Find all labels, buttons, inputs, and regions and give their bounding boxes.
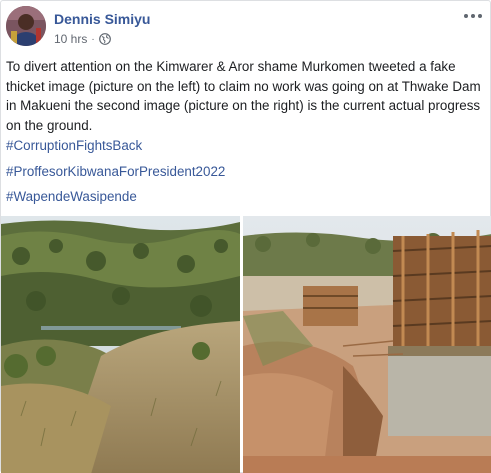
hashtag-wapende-wasipende[interactable]: #WapendeWasipende: [6, 189, 137, 204]
more-options-icon[interactable]: [462, 8, 484, 24]
dam-construction-photo[interactable]: [243, 216, 491, 473]
avatar-image: [6, 6, 46, 46]
hashtag-corruption-fights-back[interactable]: #CorruptionFightsBack: [6, 138, 142, 153]
post-body: To divert attention on the Kimwarer & Ar…: [6, 59, 481, 133]
meta-separator: ·: [91, 33, 95, 45]
author-name[interactable]: Dennis Simiyu: [54, 11, 150, 27]
facebook-post: Dennis Simiyu 10 hrs · To divert attenti…: [0, 0, 491, 473]
post-meta: 10 hrs ·: [54, 32, 111, 46]
globe-icon[interactable]: [98, 33, 111, 45]
post-header: Dennis Simiyu 10 hrs ·: [6, 6, 486, 48]
hashtag-kibwana-for-president[interactable]: #ProffesorKibwanaForPresident2022: [6, 164, 225, 179]
avatar[interactable]: [6, 6, 46, 46]
timestamp[interactable]: 10 hrs: [54, 32, 87, 46]
thicket-photo[interactable]: [1, 216, 240, 473]
photo-grid: [1, 216, 491, 473]
